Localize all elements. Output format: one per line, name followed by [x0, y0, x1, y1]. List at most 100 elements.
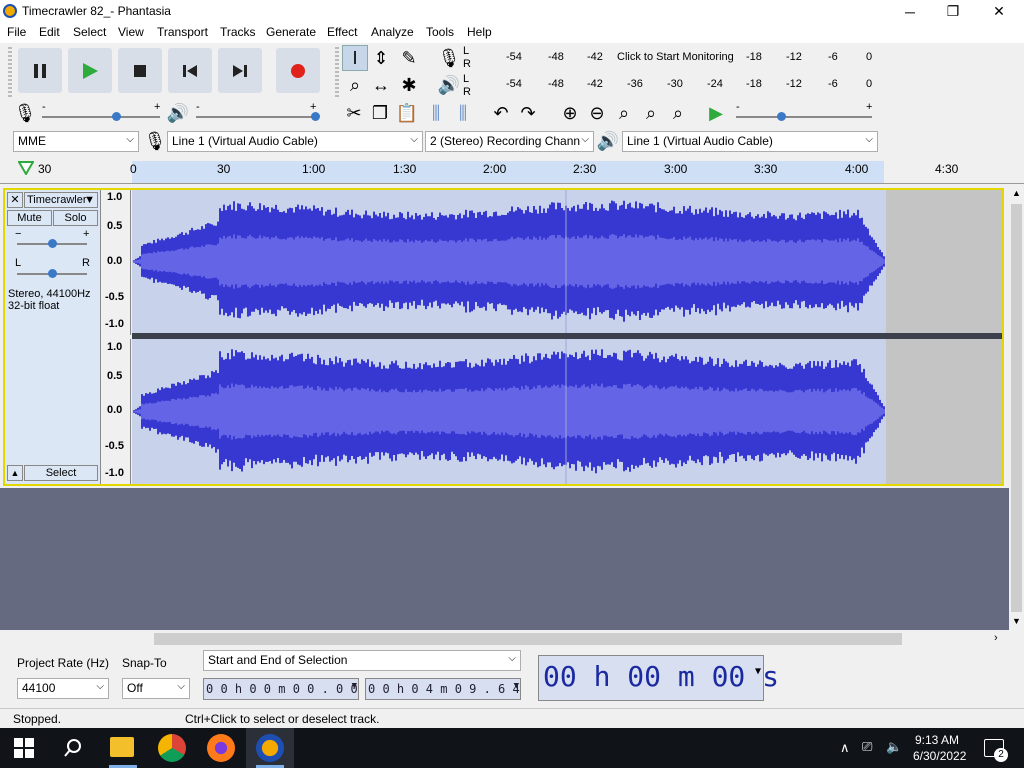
firefox-icon[interactable] [207, 734, 235, 762]
clock-time[interactable]: 9:13 AM [915, 733, 959, 747]
fit-selection-icon[interactable]: ⌕ [611, 100, 637, 126]
selection-end-time[interactable]: 0 0 h 0 4 m 0 9 . 6 4 0 s▼ [365, 678, 521, 700]
play-button[interactable] [68, 48, 112, 93]
menu-help[interactable]: Help [467, 25, 492, 39]
waveform-left-channel[interactable] [132, 190, 886, 333]
empty-track-area[interactable] [0, 488, 1009, 630]
play-speed-slider[interactable] [736, 116, 872, 118]
meter-tick: -18 [746, 78, 762, 90]
selection-start-time[interactable]: 0 0 h 0 0 m 0 0 . 0 0 0 s▼ [203, 678, 359, 700]
skip-to-start-button[interactable] [168, 48, 212, 93]
horizontal-scroll-thumb[interactable] [154, 633, 902, 645]
track-menu-button[interactable]: Timecrawler ▼ [24, 192, 98, 208]
recording-device-select[interactable]: Line 1 (Virtual Audio Cable) ⌵ [167, 131, 423, 152]
search-icon[interactable] [63, 738, 83, 758]
project-rate-select[interactable]: 44100 ⌵ [17, 678, 109, 699]
skip-to-end-button[interactable] [218, 48, 262, 93]
scale-label: 0.0 [107, 404, 123, 416]
waveform-rms [133, 383, 885, 440]
record-icon [291, 63, 305, 78]
maximize-button[interactable]: ❐ [930, 0, 976, 23]
time-shift-tool-icon[interactable]: ↔ [368, 72, 394, 98]
play-speed-knob[interactable] [777, 112, 786, 121]
show-hidden-icons-chevron-icon[interactable]: ∧ [840, 740, 850, 756]
phantasia-app-icon[interactable] [256, 734, 284, 762]
stop-button[interactable] [118, 48, 162, 93]
fit-project-icon[interactable]: ⌕ [638, 100, 664, 126]
play-meter-speaker-icon[interactable]: 🔊 [436, 72, 462, 98]
playback-volume-knob[interactable] [311, 112, 320, 121]
tools-grip[interactable] [335, 47, 339, 97]
zoom-in-icon[interactable]: ⊕ [557, 100, 583, 126]
playback-volume-slider[interactable] [196, 116, 316, 118]
audio-position-clock[interactable]: 00 h 00 m 00 s ▼ [538, 655, 779, 701]
redo-icon[interactable]: ↷ [515, 100, 541, 126]
audio-host-select[interactable]: MME ⌵ [13, 131, 139, 152]
menu-effect[interactable]: Effect [327, 25, 357, 39]
recording-channels-select[interactable]: 2 (Stereo) Recording Chann ⌵ [425, 131, 594, 152]
clock-date[interactable]: 6/30/2022 [913, 749, 966, 763]
copy-icon[interactable]: ❐ [367, 100, 393, 126]
recording-volume-knob[interactable] [112, 112, 121, 121]
menu-select[interactable]: Select [73, 25, 106, 39]
recording-volume-slider[interactable] [42, 116, 160, 118]
undo-icon[interactable]: ↶ [488, 100, 514, 126]
menu-file[interactable]: File [7, 25, 26, 39]
multi-tool-icon[interactable]: ✱ [396, 72, 422, 98]
record-meter[interactable]: -54 -48 -42 Click to Start Monitoring -1… [474, 46, 878, 70]
paste-icon[interactable]: 📋 [394, 100, 420, 126]
cut-icon[interactable]: ✂ [341, 100, 367, 126]
menu-tracks[interactable]: Tracks [220, 25, 256, 39]
click-to-start-monitoring[interactable]: Click to Start Monitoring [617, 51, 734, 63]
scale-label: 0.0 [107, 255, 123, 267]
scroll-right-icon[interactable]: › [994, 632, 998, 644]
record-meter-mic-icon[interactable]: 🎙 [436, 45, 462, 71]
scroll-up-icon[interactable]: ▲ [1012, 188, 1021, 198]
menu-edit[interactable]: Edit [39, 25, 60, 39]
chrome-icon[interactable] [158, 734, 186, 762]
zoom-toggle-icon[interactable]: ⌕ [665, 100, 691, 126]
trim-audio-icon[interactable]: ⫼ [423, 100, 449, 126]
network-icon[interactable]: ⎚ [862, 739, 872, 755]
toolbar-grip[interactable] [8, 47, 12, 97]
snap-to-select[interactable]: Off ⌵ [122, 678, 190, 699]
menu-tools[interactable]: Tools [426, 25, 454, 39]
pan-knob[interactable] [48, 269, 57, 278]
mute-button[interactable]: Mute [7, 210, 52, 226]
play-head-triangle-icon[interactable] [18, 161, 34, 175]
meter-tick: 0 [866, 51, 873, 63]
scroll-down-icon[interactable]: ▼ [1012, 616, 1021, 626]
minimize-button[interactable]: ─ [887, 0, 933, 23]
selection-mode-select[interactable]: Start and End of Selection ⌵ [203, 650, 521, 671]
playback-device-select[interactable]: Line 1 (Virtual Audio Cable) ⌵ [622, 131, 878, 152]
file-explorer-icon[interactable] [110, 737, 134, 757]
close-track-icon[interactable]: ✕ [7, 192, 23, 208]
zoom-tool-icon[interactable]: ⌕ [342, 72, 368, 98]
solo-button[interactable]: Solo [53, 210, 98, 226]
volume-icon[interactable]: 🔈 [886, 739, 902, 755]
selection-tool-icon[interactable]: I [342, 45, 368, 71]
chevron-down-icon: ⌵ [865, 134, 873, 145]
vertical-scroll-thumb[interactable] [1011, 204, 1022, 612]
record-button[interactable] [276, 48, 320, 93]
slider-min-label: - [42, 101, 46, 113]
menu-view[interactable]: View [118, 25, 144, 39]
zoom-out-icon[interactable]: ⊖ [584, 100, 610, 126]
menu-analyze[interactable]: Analyze [371, 25, 414, 39]
vertical-scrollbar[interactable]: ▲ ▼ [1009, 184, 1024, 630]
draw-tool-icon[interactable]: ✎ [396, 45, 422, 71]
envelope-tool-icon[interactable]: ⇕ [368, 45, 394, 71]
waveform-right-channel[interactable] [132, 339, 886, 484]
silence-audio-icon[interactable]: ⫼ [450, 100, 476, 126]
playback-meter[interactable]: -54 -48 -42 -36 -30 -24 -18 -12 -6 0 [474, 73, 878, 97]
windows-start-icon[interactable] [14, 738, 34, 758]
select-track-button[interactable]: Select [24, 465, 98, 481]
close-button[interactable]: ✕ [976, 0, 1022, 23]
gain-knob[interactable] [48, 239, 57, 248]
menu-transport[interactable]: Transport [157, 25, 208, 39]
collapse-track-icon[interactable]: ▲ [7, 465, 23, 481]
pause-button[interactable] [18, 48, 62, 93]
stop-icon [134, 64, 146, 77]
menu-generate[interactable]: Generate [266, 25, 316, 39]
play-at-speed-icon[interactable]: ▶ [703, 100, 729, 126]
